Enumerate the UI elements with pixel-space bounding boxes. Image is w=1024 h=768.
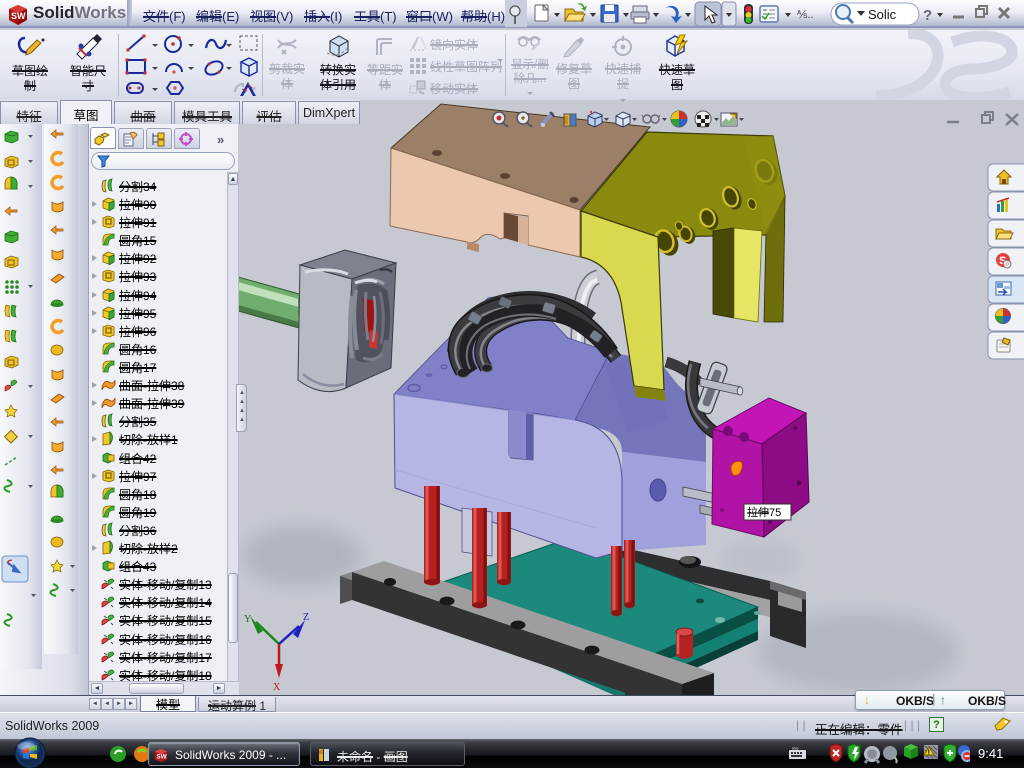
svg-text:Z: Z	[303, 612, 309, 623]
svg-text:SW: SW	[157, 754, 167, 761]
svg-text:Y: Y	[244, 614, 251, 625]
svg-text:?: ?	[923, 7, 932, 24]
svg-text:拉伸75: 拉伸75	[747, 505, 781, 519]
svg-text:X: X	[273, 682, 281, 693]
svg-text:May: May	[792, 747, 799, 751]
svg-text:!: !	[928, 749, 930, 756]
svg-text:⅍..: ⅍..	[796, 9, 813, 21]
svg-text:Solic: Solic	[868, 7, 897, 22]
svg-text:SW: SW	[11, 11, 26, 21]
